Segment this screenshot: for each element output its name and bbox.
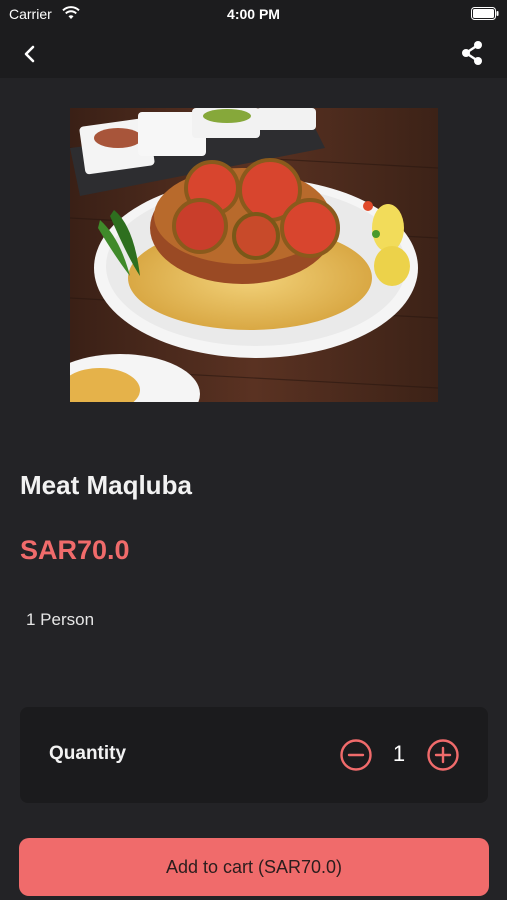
nav-bar (0, 28, 507, 78)
quantity-card: Quantity 1 (20, 707, 488, 803)
status-time: 4:00 PM (227, 6, 280, 22)
plus-icon[interactable] (426, 738, 460, 772)
battery-icon (471, 7, 499, 20)
product-image (70, 108, 438, 402)
serving-size: 1 Person (26, 610, 95, 629)
add-to-cart-button[interactable]: Add to cart (SAR70.0) (19, 838, 489, 896)
share-icon[interactable] (459, 39, 485, 67)
product-title: Meat Maqluba (20, 470, 192, 500)
back-icon[interactable] (18, 42, 42, 66)
status-bar: Carrier 4:00 PM (0, 0, 507, 28)
product-price: SAR70.0 (20, 535, 130, 565)
quantity-value: 1 (392, 741, 406, 766)
minus-icon[interactable] (339, 738, 373, 772)
quantity-label: Quantity (49, 743, 127, 764)
